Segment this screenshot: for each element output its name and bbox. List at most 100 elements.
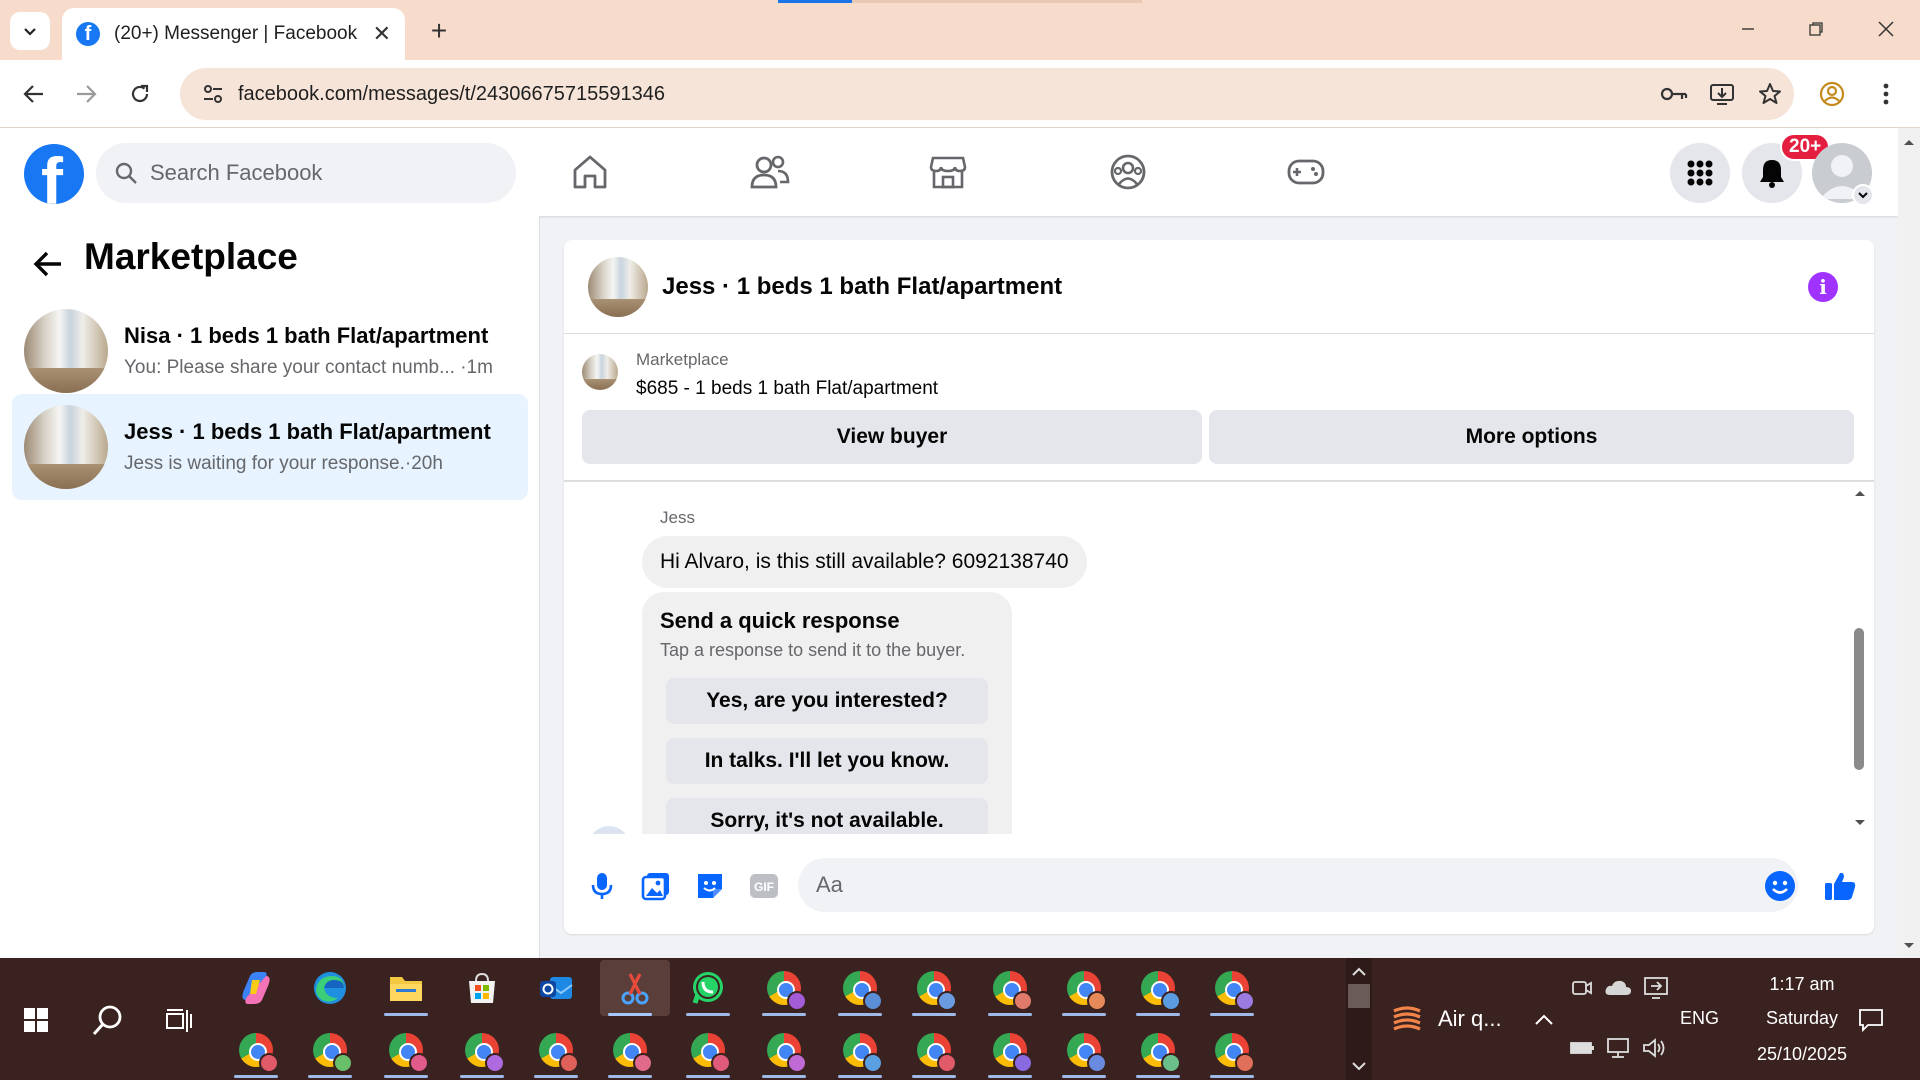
search-box[interactable] [96,143,516,203]
chrome-profile-icon[interactable] [1054,960,1114,1016]
nav-friends[interactable] [740,142,800,202]
onedrive-icon[interactable] [1600,960,1636,1016]
chrome-profile-icon[interactable] [1054,1022,1114,1078]
emoji-button[interactable] [1760,866,1800,906]
conversation-info-icon[interactable]: i [1808,272,1838,302]
chrome-profile-icon[interactable] [754,1022,814,1078]
snipping-tool-icon[interactable] [600,960,670,1016]
menu-button[interactable] [1670,143,1730,203]
outlook-icon[interactable] [526,960,586,1016]
chat-scroll-thumb[interactable] [1854,628,1864,770]
password-key-icon[interactable] [1650,74,1698,114]
chrome-profile-icon[interactable] [1128,1022,1188,1078]
voice-clip-button[interactable] [582,866,622,906]
microsoft-store-icon[interactable] [452,960,512,1016]
forward-button[interactable] [66,74,106,114]
chrome-profile-icon[interactable] [1202,960,1262,1016]
chrome-profile-icon[interactable] [830,1022,890,1078]
chrome-profile-icon[interactable] [980,1022,1040,1078]
chrome-profile-icon[interactable] [376,1022,436,1078]
search-input[interactable] [150,160,470,186]
site-info-icon[interactable] [188,83,238,105]
chrome-profile-icon[interactable] [526,1022,586,1078]
volume-icon[interactable] [1636,1020,1672,1076]
copilot-icon[interactable] [226,960,286,1016]
minimize-button[interactable] [1728,14,1768,44]
remote-desktop-icon[interactable] [1638,960,1674,1016]
camera-in-use-icon[interactable] [1566,960,1598,1016]
facebook-logo[interactable]: f [24,144,84,204]
network-icon[interactable] [1600,1020,1636,1076]
facebook-favicon-icon: f [76,22,100,46]
nav-home[interactable] [560,142,620,202]
reload-button[interactable] [120,74,160,114]
nav-marketplace[interactable] [918,142,978,202]
browser-tab-active[interactable]: f (20+) Messenger | Facebook ✕ [62,8,405,60]
message-input-box[interactable] [798,858,1798,912]
page-scrollbar[interactable] [1898,128,1920,958]
browser-menu-icon[interactable] [1866,74,1906,114]
chat-listing-thumbnail[interactable] [588,256,648,317]
profile-icon[interactable] [1812,74,1852,114]
taskbar-overflow-scroll[interactable] [1346,958,1372,1080]
start-button[interactable] [6,992,66,1048]
chat-header: Jess · 1 beds 1 bath Flat/apartment i [564,240,1874,334]
edge-browser-icon[interactable] [300,960,360,1016]
close-window-button[interactable] [1866,14,1906,44]
back-button[interactable] [14,74,54,114]
taskbar-search-button[interactable] [78,992,138,1048]
listing-thumbnail [24,405,108,489]
bookmark-star-icon[interactable] [1746,74,1794,114]
message-input[interactable] [816,872,1716,898]
chrome-profile-icon[interactable] [226,1022,286,1078]
battery-icon[interactable] [1564,1020,1600,1076]
new-tab-button[interactable]: + [422,14,456,48]
restore-button[interactable] [1796,14,1836,44]
view-buyer-button[interactable]: View buyer [582,410,1202,464]
whatsapp-icon[interactable] [678,960,738,1016]
conversation-item-active[interactable]: Jess · 1 beds 1 bath Flat/apartment Jess… [12,394,528,500]
chrome-profile-icon[interactable] [830,960,890,1016]
input-language[interactable]: ENG [1680,1008,1719,1029]
tab-search-button[interactable] [10,12,50,50]
file-explorer-icon[interactable] [376,960,436,1016]
weather-widget-icon[interactable] [1384,992,1430,1048]
nav-groups[interactable] [1098,142,1158,202]
minimize-icon [1742,28,1754,30]
task-view-button[interactable] [150,992,210,1048]
like-button[interactable] [1820,866,1860,906]
more-options-button[interactable]: More options [1209,410,1854,464]
quick-response-option[interactable]: In talks. I'll let you know. [666,738,988,784]
account-caret-icon[interactable] [1852,184,1874,206]
tab-close-icon[interactable]: ✕ [373,21,391,47]
attach-photo-button[interactable] [636,866,676,906]
conversation-item[interactable]: Nisa · 1 beds 1 bath Flat/apartment You:… [12,298,528,404]
back-arrow-button[interactable] [28,244,68,284]
clock-day[interactable]: Saturday [1746,1008,1858,1029]
sticker-button[interactable] [690,866,730,906]
chrome-profile-icon[interactable] [904,960,964,1016]
chrome-profile-icon[interactable] [678,1022,738,1078]
address-bar[interactable]: facebook.com/messages/t/2430667571559134… [180,68,1794,120]
nav-gaming[interactable] [1276,142,1336,202]
chrome-profile-icon[interactable] [1202,1022,1262,1078]
listing-price-title[interactable]: $685 - 1 beds 1 bath Flat/apartment [636,378,938,400]
chrome-profile-icon[interactable] [300,1022,360,1078]
chat-panel: Jess · 1 beds 1 bath Flat/apartment i Ma… [564,240,1874,934]
weather-text[interactable]: Air q... [1438,1006,1502,1032]
clock-time[interactable]: 1:17 am [1752,974,1852,995]
notification-center-button[interactable] [1844,992,1898,1048]
quick-response-option[interactable]: Sorry, it's not available. [666,798,988,834]
install-app-icon[interactable] [1698,74,1746,114]
chrome-profile-icon[interactable] [452,1022,512,1078]
quick-response-option[interactable]: Yes, are you interested? [666,678,988,724]
gif-button[interactable]: GIF [744,866,784,906]
chrome-profile-icon[interactable] [1128,960,1188,1016]
chrome-profile-icon[interactable] [754,960,814,1016]
chrome-profile-icon[interactable] [980,960,1040,1016]
listing-thumbnail [24,309,108,393]
chrome-profile-icon[interactable] [904,1022,964,1078]
chat-title[interactable]: Jess · 1 beds 1 bath Flat/apartment [662,273,1062,301]
chrome-profile-icon[interactable] [600,1022,660,1078]
arrow-left-icon [33,251,61,277]
